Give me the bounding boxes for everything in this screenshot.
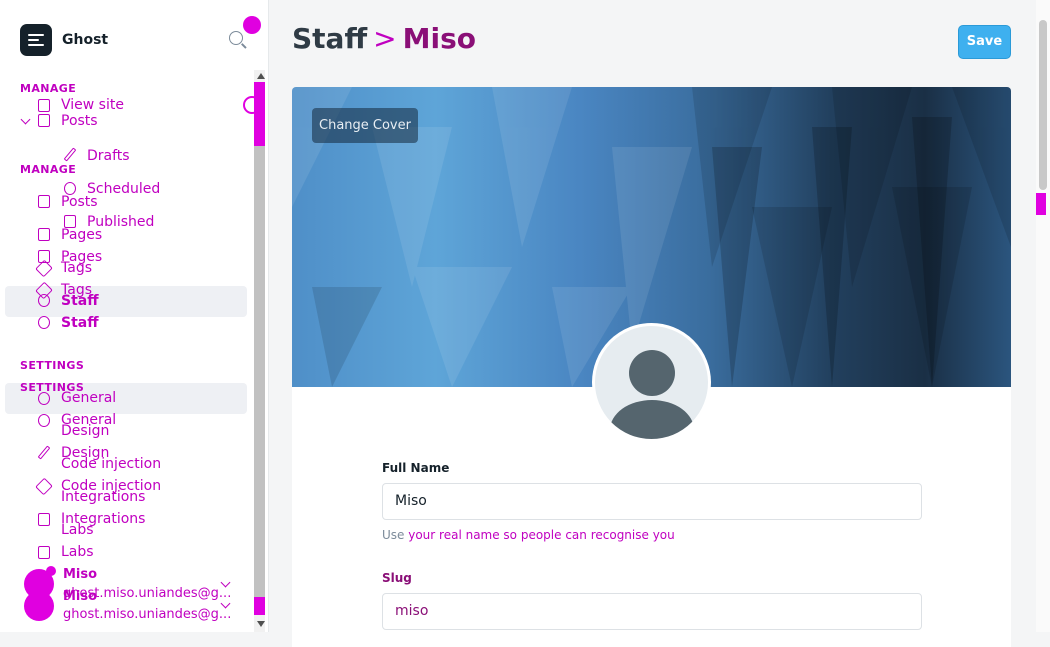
scrollbar-overlay-top <box>254 82 265 146</box>
scrollbar-overlay-bottom <box>254 597 265 615</box>
sidebar: Ghost MANAGE View site Posts Drafts MANA… <box>0 0 269 632</box>
slug-input[interactable]: miso <box>382 593 922 630</box>
full-name-help-ghost: your real name so people can recognise y… <box>408 528 675 542</box>
scroll-up-arrow-icon[interactable] <box>257 73 265 79</box>
nav-tags-ghost: Tags <box>61 260 92 276</box>
staff-icon <box>38 316 50 329</box>
section-label-settings: SETTINGS <box>20 359 85 372</box>
click-marker-dot-small <box>46 566 56 576</box>
user-name-ghost: Miso <box>63 567 98 582</box>
nav-drafts[interactable]: Drafts <box>87 148 130 164</box>
nav-integrations-ghost: Integrations <box>61 489 146 505</box>
full-name-help: Use your real name so people can recogni… <box>382 528 675 542</box>
breadcrumb: Staff > Miso <box>292 22 476 55</box>
nav-design-ghost: Design <box>61 423 110 439</box>
click-marker-dot <box>243 16 261 34</box>
nav-general-ghost: General <box>61 390 117 406</box>
main-scrollbar-thumb[interactable] <box>1039 20 1047 190</box>
user-placeholder-icon <box>629 350 675 396</box>
nav-labs[interactable]: Labs <box>61 544 94 560</box>
nav-labs-ghost: Labs <box>61 522 94 538</box>
brand-name[interactable]: Ghost <box>62 32 108 48</box>
ghost-logo-icon[interactable] <box>20 24 52 56</box>
profile-picture[interactable] <box>592 323 711 442</box>
nav-view-site[interactable]: View site <box>61 97 124 113</box>
nav-staff[interactable]: Staff <box>61 315 99 331</box>
user-name[interactable]: Miso <box>63 589 97 604</box>
sidebar-scrollbar-thumb[interactable] <box>254 82 265 612</box>
save-button[interactable]: Save <box>958 25 1011 59</box>
nav-scheduled[interactable]: Scheduled <box>87 181 160 197</box>
chevron-down-icon[interactable] <box>20 114 31 125</box>
brush-icon <box>37 445 51 460</box>
nav-posts-ghost: Posts <box>61 194 98 210</box>
pencil-icon <box>63 147 77 162</box>
posts-icon-ghost <box>38 195 50 208</box>
main-scrollbar-overlay <box>1036 193 1046 215</box>
gear-icon <box>38 414 50 427</box>
breadcrumb-current: Miso <box>402 22 476 55</box>
full-name-input[interactable]: Miso <box>382 483 922 520</box>
full-name-label: Full Name <box>382 461 450 475</box>
nav-staff-ghost: Staff <box>61 293 99 309</box>
scroll-down-arrow-icon[interactable] <box>257 621 265 627</box>
breadcrumb-staff[interactable]: Staff <box>292 22 367 55</box>
section-label-manage-ghost: MANAGE <box>20 163 77 176</box>
nav-code-injection-ghost: Code injection <box>61 456 162 472</box>
staff-icon-ghost <box>38 294 50 307</box>
integrations-icon <box>38 513 50 526</box>
home-icon <box>38 99 50 112</box>
flask-icon <box>38 546 50 559</box>
nav-posts[interactable]: Posts <box>61 113 98 129</box>
breadcrumb-separator: > <box>373 22 397 55</box>
search-icon[interactable] <box>229 31 243 45</box>
section-label-manage: MANAGE <box>20 82 77 95</box>
slug-label: Slug <box>382 571 412 585</box>
posts-icon <box>38 114 50 127</box>
gear-icon-ghost <box>38 392 50 405</box>
avatar[interactable] <box>24 591 54 621</box>
pages-icon-ghost <box>38 228 50 241</box>
nav-pages-ghost: Pages <box>61 227 103 243</box>
code-icon <box>35 477 53 496</box>
change-cover-button[interactable]: Change Cover <box>312 108 418 143</box>
user-email[interactable]: ghost.miso.uniandes@g... <box>63 607 231 622</box>
